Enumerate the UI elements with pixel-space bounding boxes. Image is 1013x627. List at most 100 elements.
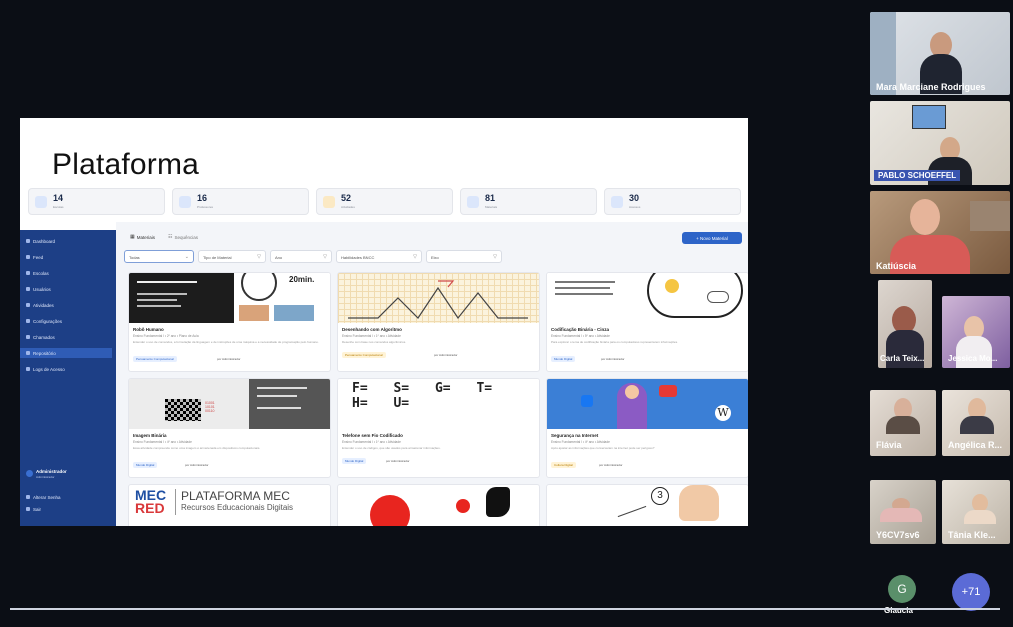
filter-todas[interactable]: Todas ⌄	[124, 250, 194, 263]
more-participants-button[interactable]: +71	[952, 573, 990, 611]
stat-number: 81	[485, 193, 496, 203]
card-tag: Mundo Digital	[133, 462, 158, 468]
user-name: Administrador	[36, 469, 67, 474]
key-icon	[26, 495, 30, 499]
stat-number: 52	[341, 193, 352, 203]
participant-tile[interactable]: Katiúscia	[870, 191, 1010, 274]
card-meta: Ensino Fundamental I • 2º ano • Plano de…	[133, 334, 199, 338]
card-meta: Ensino Fundamental I • 4º ano • Atividad…	[133, 440, 192, 444]
card-thumbnail: 01001 10101 00110	[129, 379, 330, 429]
logout-link[interactable]: Sair	[26, 504, 41, 514]
card-title: Desenhando com Algoritmo	[342, 327, 402, 332]
material-card[interactable]: 20min. Robô Humano Ensino Fundamental I …	[128, 272, 331, 372]
filter-bncc[interactable]: Habilidades BNCC ▽	[336, 250, 422, 263]
school-icon	[35, 196, 47, 208]
material-card[interactable]: 01001 10101 00110 Imagem Binária Ensino …	[128, 378, 331, 478]
filter-label: Habilidades BNCC	[341, 255, 375, 260]
filter-ano[interactable]: Ano ▽	[270, 250, 332, 263]
material-card[interactable]: MEC RED PLATAFORMA MEC Recursos Educacio…	[128, 484, 331, 526]
sidebar-item-configuracoes[interactable]: Configurações	[26, 316, 62, 326]
card-tag: Cultura Digital	[551, 462, 576, 468]
participant-avatar[interactable]: G	[888, 575, 916, 603]
user-role: Administrador	[36, 475, 55, 479]
change-password-link[interactable]: Alterar Senha	[26, 492, 61, 502]
card-description: Desenhe com base nos comandos algorítmic…	[342, 340, 407, 344]
filter-label: Eixo	[431, 255, 439, 260]
people-icon	[179, 196, 191, 208]
nav-label: Logs de Acesso	[33, 366, 65, 372]
participant-tile[interactable]: Jessica Mo...	[942, 296, 1010, 368]
filter-icon: ▽	[493, 254, 497, 260]
participant-tile[interactable]: Flávia	[870, 390, 936, 456]
meeting-window: Plataforma 14 Escolas 16 Professores 52 …	[0, 0, 1013, 627]
thumb-text: 20min.	[289, 275, 315, 284]
participant-tile[interactable]: Y6CV7sv6	[870, 480, 936, 544]
nav-label: Escolas	[33, 270, 49, 276]
tab-label: Materiais	[136, 234, 155, 240]
card-description: Entender o uso de códigos, que são usado…	[342, 446, 441, 450]
sidebar-item-chamados[interactable]: Chamados	[26, 332, 55, 342]
card-description: Entender o uso de comandos, a formulação…	[133, 340, 319, 344]
stat-number: 16	[197, 193, 208, 203]
nav-label: Configurações	[33, 318, 63, 324]
material-card[interactable]	[337, 484, 540, 526]
card-tag: Mundo Digital	[342, 458, 367, 464]
sidebar-item-logs[interactable]: Logs de Acesso	[26, 364, 65, 374]
tab-sequencias[interactable]: ☷ Sequências	[168, 234, 198, 240]
material-card[interactable]: 3	[546, 484, 748, 526]
material-card[interactable]: F= S= G= T= H= U= Telefone sem Fio Codif…	[337, 378, 540, 478]
nav-label: Sair	[33, 506, 42, 512]
new-material-button[interactable]: + Novo Material	[682, 232, 742, 244]
material-card[interactable]: W Segurança na Internet Ensino Fundament…	[546, 378, 748, 478]
material-card[interactable]: Codificação Binária - Cinza Ensino Funda…	[546, 272, 748, 372]
tab-materiais[interactable]: ▦ Materiais	[130, 234, 155, 240]
card-thumbnail	[547, 273, 748, 323]
school-icon	[26, 271, 30, 275]
participant-name: Carla Teix...	[880, 354, 925, 363]
stat-label: Atividades	[341, 205, 355, 209]
participant-tile[interactable]: Carla Teix...	[878, 280, 932, 368]
material-card[interactable]: Desenhando com Algoritmo Ensino Fundamen…	[337, 272, 540, 372]
nav-label: Usuários	[33, 286, 51, 292]
filter-icon: ▽	[257, 254, 261, 260]
avatar-initial: G	[897, 582, 907, 596]
card-author: por Administrador	[185, 463, 209, 467]
card-title: Imagem Binária	[133, 433, 167, 438]
sidebar-item-feed[interactable]: Feed	[26, 252, 43, 262]
participant-tile[interactable]: Tânia Kle...	[942, 480, 1010, 544]
list-icon: ☷	[168, 234, 173, 240]
filter-eixo[interactable]: Eixo ▽	[426, 250, 502, 263]
participant-name: Mara Marciane Rodrigues	[876, 82, 986, 92]
more-count: +71	[961, 586, 981, 598]
filter-tipo-material[interactable]: Tipo de Material ▽	[198, 250, 266, 263]
sidebar-item-dashboard[interactable]: Dashboard	[26, 236, 55, 246]
participant-tile[interactable]: PABLO SCHOEFFEL	[870, 101, 1010, 185]
stat-label: Professores	[197, 205, 214, 209]
app-sidebar: Dashboard Feed Escolas Usuários Atividad…	[20, 230, 116, 526]
ticket-icon	[26, 335, 30, 339]
nav-label: Atividades	[33, 302, 54, 308]
sidebar-item-usuarios[interactable]: Usuários	[26, 284, 51, 294]
card-thumbnail	[338, 273, 539, 323]
participant-tile[interactable]: Angélica R...	[942, 390, 1010, 456]
filter-icon: ▽	[323, 254, 327, 260]
card-title: Robô Humano	[133, 327, 164, 332]
sidebar-item-escolas[interactable]: Escolas	[26, 268, 49, 278]
card-title: Codificação Binária - Cinza	[551, 327, 610, 332]
shared-screen: Plataforma 14 Escolas 16 Professores 52 …	[20, 118, 748, 526]
grid-icon	[26, 239, 30, 243]
card-description: Essa atividade compreende como uma image…	[133, 446, 261, 450]
participant-name: Flávia	[876, 440, 902, 450]
nav-label: Chamados	[33, 334, 55, 340]
sidebar-item-atividades[interactable]: Atividades	[26, 300, 54, 310]
stat-label: Escolas	[53, 205, 64, 209]
nav-label: Feed	[33, 254, 44, 260]
folder-icon	[323, 196, 335, 208]
sidebar-item-repositorio[interactable]: Repositório	[20, 348, 112, 358]
grid-icon: ▦	[130, 234, 135, 240]
users-icon	[26, 287, 30, 291]
card-tag: Pensamento Computacional	[342, 352, 386, 358]
participant-name: Katiúscia	[876, 261, 917, 271]
participant-tile[interactable]: Mara Marciane Rodrigues	[870, 12, 1010, 95]
thumb-text: 3	[651, 487, 669, 505]
